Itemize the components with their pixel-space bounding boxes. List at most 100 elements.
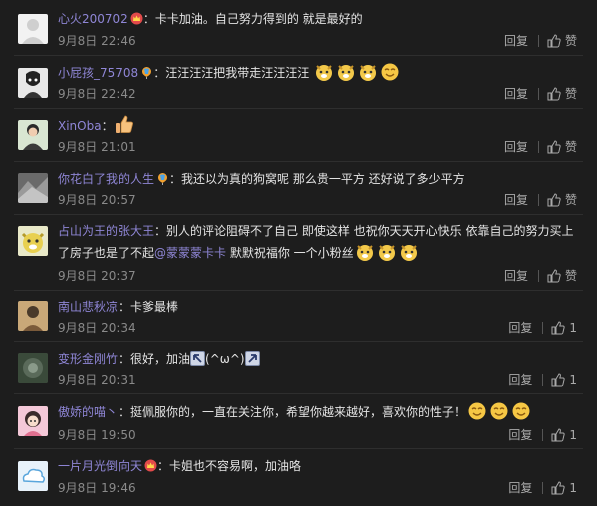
like-thumb-icon[interactable]	[547, 87, 561, 101]
avatar[interactable]	[18, 353, 48, 383]
comment-username[interactable]: 南山悲秋凉	[58, 300, 118, 314]
comment-text: 一片月光倒向天 ：卡姐也不容易啊，加油咯	[58, 459, 302, 473]
avatar[interactable]	[18, 120, 48, 150]
like-thumb-icon[interactable]	[551, 321, 566, 335]
divider	[537, 270, 539, 282]
comment-timestamp: 9月8日 22:46	[58, 34, 136, 48]
smile-emoji-icon	[467, 401, 487, 421]
divider	[542, 374, 544, 386]
avatar[interactable]	[18, 406, 48, 436]
comment-item: 傲娇的喵丶：挺佩服你的，一直在关注你，希望你越来越好，喜欢你的性子！ 9月8日 …	[0, 394, 597, 449]
comment-timestamp: 9月8日 22:42	[58, 87, 136, 101]
comment-text: 小屁孩_75708 ：汪汪汪汪把我带走汪汪汪汪	[58, 61, 575, 85]
divider	[542, 429, 544, 441]
reply-button[interactable]: 回复	[504, 269, 528, 283]
divider	[542, 322, 544, 334]
vip-crown-icon	[130, 12, 143, 25]
reply-button[interactable]: 回复	[504, 87, 528, 101]
like-label[interactable]: 赞	[565, 193, 577, 207]
dog-face-emoji-icon	[377, 242, 397, 262]
arrow-up-left-icon	[190, 351, 206, 366]
like-thumb-icon[interactable]	[547, 269, 561, 283]
comment-timestamp: 9月8日 20:57	[58, 193, 136, 207]
reply-button[interactable]: 回复	[508, 321, 532, 335]
comment-text: XinOba：	[58, 114, 575, 138]
like-label[interactable]: 赞	[565, 87, 577, 101]
comment-item: 一片月光倒向天 ：卡姐也不容易啊，加油咯 9月8日 19:46 回复 1	[0, 449, 597, 506]
divider	[537, 141, 539, 153]
like-thumb-icon[interactable]	[547, 140, 561, 154]
like-label[interactable]: 赞	[565, 34, 577, 48]
reply-button[interactable]: 回复	[504, 34, 528, 48]
balloon-badge-icon	[140, 66, 153, 79]
arrow-up-right-icon	[244, 351, 260, 366]
like-label[interactable]: 赞	[565, 140, 577, 154]
comment-body: 我还以为真的狗窝呢 那么贵一平方 还好说了多少平方	[181, 172, 465, 186]
comment-item: 你花白了我的人生 ：我还以为真的狗窝呢 那么贵一平方 还好说了多少平方 9月8日 …	[0, 162, 597, 215]
dog-face-emoji-icon	[314, 62, 334, 82]
comment-text: 变形金刚竹：很好，加油 (^ω^)	[58, 347, 575, 371]
like-thumb-icon[interactable]	[551, 481, 566, 495]
avatar[interactable]	[18, 301, 48, 331]
comment-timestamp: 9月8日 20:31	[58, 373, 136, 387]
like-thumb-icon[interactable]	[551, 428, 566, 442]
comment-item: 占山为王的张大王：别人的评论阻碍不了自己 即使这样 也祝你天天开心快乐 依靠自己…	[0, 215, 597, 291]
comment-actions: 回复 赞	[504, 140, 577, 154]
reply-button[interactable]: 回复	[508, 481, 532, 495]
comment-timestamp: 9月8日 21:01	[58, 140, 136, 154]
vip-crown-icon	[144, 459, 157, 472]
smile-emoji-icon	[380, 62, 400, 82]
comment-username[interactable]: 心火200702	[58, 12, 128, 26]
avatar[interactable]	[18, 226, 48, 256]
like-count: 1	[569, 321, 577, 335]
like-thumb-icon[interactable]	[551, 373, 566, 387]
comment-text: 傲娇的喵丶：挺佩服你的，一直在关注你，希望你越来越好，喜欢你的性子！	[58, 400, 575, 424]
like-thumb-icon[interactable]	[547, 193, 561, 207]
comment-item: 变形金刚竹：很好，加油 (^ω^) 9月8日 20:31 回复 1	[0, 342, 597, 394]
comment-item: 南山悲秋凉：卡爹最棒 9月8日 20:34 回复 1	[0, 291, 597, 342]
smile-emoji-icon	[511, 401, 531, 421]
avatar[interactable]	[18, 68, 48, 98]
thumbs-up-emoji-icon	[115, 115, 135, 135]
avatar[interactable]	[18, 461, 48, 491]
reply-button[interactable]: 回复	[508, 373, 532, 387]
comment-username[interactable]: 傲娇的喵丶	[58, 405, 118, 419]
comment-username[interactable]: 你花白了我的人生	[58, 172, 154, 186]
dog-face-emoji-icon	[336, 62, 356, 82]
comment-body: 卡卡加油。自己努力得到的 就是最好的	[154, 12, 363, 26]
dog-face-emoji-icon	[399, 242, 419, 262]
comment-username[interactable]: 一片月光倒向天	[58, 459, 142, 473]
comment-body: 默默祝福你 一个小粉丝	[226, 246, 354, 260]
dog-face-emoji-icon	[358, 62, 378, 82]
like-count: 1	[569, 481, 577, 495]
divider	[537, 194, 539, 206]
comment-timestamp: 9月8日 19:46	[58, 481, 136, 495]
dog-face-emoji-icon	[355, 242, 375, 262]
comment-username[interactable]: 变形金刚竹	[58, 352, 118, 366]
avatar[interactable]	[18, 14, 48, 44]
comment-item: 小屁孩_75708 ：汪汪汪汪把我带走汪汪汪汪 9月8日 22:42 回复 赞	[0, 56, 597, 109]
comment-body: 卡姐也不容易啊，加油咯	[169, 459, 302, 473]
like-count: 1	[569, 373, 577, 387]
mention-link[interactable]: @蒙蒙蒙卡卡	[154, 246, 226, 260]
divider	[537, 88, 539, 100]
comment-body: 挺佩服你的，一直在关注你，希望你越来越好，喜欢你的性子！	[130, 405, 467, 419]
comment-username[interactable]: 占山为王的张大王	[58, 224, 154, 238]
comment-body: (^ω^)	[205, 352, 245, 366]
comment-actions: 回复 赞	[504, 87, 577, 101]
comment-item: 心火200702 ：卡卡加油。自己努力得到的 就是最好的 9月8日 22:46 回…	[0, 0, 597, 56]
comment-body: 很好，加油	[130, 352, 191, 366]
reply-button[interactable]: 回复	[504, 193, 528, 207]
like-count: 1	[569, 428, 577, 442]
avatar[interactable]	[18, 173, 48, 203]
reply-button[interactable]: 回复	[508, 428, 532, 442]
comment-timestamp: 9月8日 20:37	[58, 269, 136, 283]
comment-username[interactable]: 小屁孩_75708	[58, 66, 138, 80]
reply-button[interactable]: 回复	[504, 140, 528, 154]
smile-emoji-icon	[489, 401, 509, 421]
like-thumb-icon[interactable]	[547, 34, 561, 48]
comment-body: 卡爹最棒	[130, 300, 179, 314]
comment-username[interactable]: XinOba	[58, 119, 102, 133]
comment-actions: 回复 1	[508, 373, 577, 387]
like-label[interactable]: 赞	[565, 269, 577, 283]
